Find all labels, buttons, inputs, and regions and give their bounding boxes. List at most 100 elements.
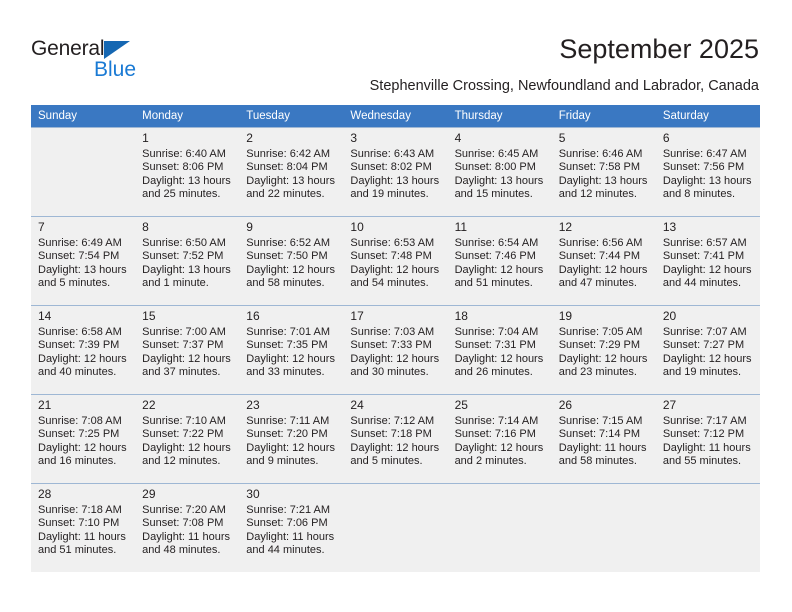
calendar-cell: 22 Sunrise: 7:10 AM Sunset: 7:22 PM Dayligh…: [135, 394, 240, 483]
day-cell[interactable]: 4 Sunrise: 6:45 AM Sunset: 8:00 PM Daylight…: [447, 127, 552, 216]
day-cell[interactable]: 11 Sunrise: 6:54 AM Sunset: 7:46 PM Dayligh…: [447, 216, 552, 305]
daylight-duration-line2: and 16 minutes.: [38, 455, 117, 468]
daylight-duration-line2: and 44 minutes.: [246, 544, 325, 557]
day-number: 23: [246, 398, 260, 412]
day-sun-info: Sunrise: 7:04 AM Sunset: 7:31 PM Daylight:…: [448, 324, 552, 380]
daylight-duration-line2: and 26 minutes.: [454, 366, 533, 379]
calendar-week-row: 21 Sunrise: 7:08 AM Sunset: 7:25 PM Dayligh…: [31, 394, 760, 483]
day-sun-info: Sunrise: 7:08 AM Sunset: 7:25 PM Daylight:…: [31, 413, 135, 469]
calendar-cell: 10 Sunrise: 6:53 AM Sunset: 7:48 PM Dayligh…: [343, 216, 448, 305]
day-number: 5: [558, 131, 566, 145]
daylight-duration-line1: Daylight: 11 hours: [558, 441, 647, 454]
sunset-time: Sunset: 7:10 PM: [38, 517, 120, 530]
day-cell[interactable]: 24 Sunrise: 7:12 AM Sunset: 7:18 PM Dayligh…: [343, 394, 448, 483]
calendar-cell: 26 Sunrise: 7:15 AM Sunset: 7:14 PM Dayligh…: [551, 394, 656, 483]
day-sun-info: Sunrise: 6:54 AM Sunset: 7:46 PM Daylight:…: [448, 235, 552, 291]
day-number: 1: [142, 131, 149, 145]
calendar-week-row: 7 Sunrise: 6:49 AM Sunset: 7:54 PM Daylight…: [31, 216, 760, 305]
sunset-time: Sunset: 7:18 PM: [350, 428, 432, 441]
day-sun-info: Sunrise: 6:58 AM Sunset: 7:39 PM Daylight:…: [31, 324, 135, 380]
day-number: 25: [454, 398, 468, 412]
daylight-duration-line1: Daylight: 13 hours: [662, 174, 752, 187]
sunset-time: Sunset: 7:41 PM: [662, 250, 745, 263]
sunset-time: Sunset: 7:44 PM: [558, 250, 641, 263]
logo-triangle-icon: [104, 41, 130, 59]
empty-cell: [551, 483, 656, 572]
day-number: 4: [454, 131, 462, 145]
sunset-time: Sunset: 7:39 PM: [38, 339, 120, 352]
day-cell[interactable]: 21 Sunrise: 7:08 AM Sunset: 7:25 PM Dayligh…: [31, 394, 136, 483]
day-cell[interactable]: 10 Sunrise: 6:53 AM Sunset: 7:48 PM Dayligh…: [343, 216, 448, 305]
day-cell[interactable]: 2 Sunrise: 6:42 AM Sunset: 8:04 PM Daylight…: [239, 127, 344, 216]
daylight-duration-line1: Daylight: 12 hours: [246, 352, 335, 365]
general-blue-logo[interactable]: General Blue: [31, 37, 151, 83]
day-cell[interactable]: 20 Sunrise: 7:07 AM Sunset: 7:27 PM Dayligh…: [655, 305, 760, 394]
calendar-cell: [655, 483, 760, 572]
day-cell[interactable]: 1 Sunrise: 6:40 AM Sunset: 8:06 PM Daylight…: [135, 127, 240, 216]
day-cell[interactable]: 12 Sunrise: 6:56 AM Sunset: 7:44 PM Dayligh…: [551, 216, 656, 305]
day-cell[interactable]: 29 Sunrise: 7:20 AM Sunset: 7:08 PM Dayligh…: [135, 483, 240, 572]
sunset-time: Sunset: 7:22 PM: [142, 428, 224, 441]
daylight-duration-line2: and 55 minutes.: [662, 455, 742, 468]
day-sun-info: Sunrise: 7:03 AM Sunset: 7:33 PM Daylight:…: [343, 324, 447, 380]
day-cell[interactable]: 26 Sunrise: 7:15 AM Sunset: 7:14 PM Dayligh…: [551, 394, 656, 483]
sunrise-time: Sunrise: 7:10 AM: [142, 415, 226, 427]
day-sun-info: Sunrise: 6:56 AM Sunset: 7:44 PM Daylight:…: [552, 235, 656, 291]
day-number: 20: [662, 309, 677, 323]
weekday-header-sunday: Sunday: [31, 105, 136, 127]
day-number: [31, 128, 135, 146]
day-cell[interactable]: 25 Sunrise: 7:14 AM Sunset: 7:16 PM Dayligh…: [447, 394, 552, 483]
sunrise-time: Sunrise: 7:08 AM: [38, 415, 122, 427]
daylight-duration-line2: and 51 minutes.: [454, 277, 533, 290]
day-sun-info: Sunrise: 7:11 AM Sunset: 7:20 PM Daylight:…: [239, 413, 343, 469]
calendar-cell: [551, 483, 656, 572]
sunset-time: Sunset: 7:52 PM: [142, 250, 224, 263]
daylight-duration-line1: Daylight: 12 hours: [142, 441, 231, 454]
day-cell[interactable]: 14 Sunrise: 6:58 AM Sunset: 7:39 PM Dayligh…: [31, 305, 136, 394]
page-header: General Blue September 2025 Stephenville…: [0, 0, 792, 100]
day-sun-info: Sunrise: 7:00 AM Sunset: 7:37 PM Daylight:…: [135, 324, 239, 380]
day-cell[interactable]: 30 Sunrise: 7:21 AM Sunset: 7:06 PM Dayligh…: [239, 483, 344, 572]
day-cell[interactable]: 7 Sunrise: 6:49 AM Sunset: 7:54 PM Daylight…: [31, 216, 136, 305]
sunrise-time: Sunrise: 7:01 AM: [246, 326, 331, 338]
day-cell[interactable]: 8 Sunrise: 6:50 AM Sunset: 7:52 PM Daylight…: [135, 216, 240, 305]
day-cell[interactable]: 17 Sunrise: 7:03 AM Sunset: 7:33 PM Dayligh…: [343, 305, 448, 394]
day-cell[interactable]: 13 Sunrise: 6:57 AM Sunset: 7:41 PM Dayligh…: [655, 216, 760, 305]
day-sun-info: Sunrise: 6:57 AM Sunset: 7:41 PM Daylight:…: [656, 235, 760, 291]
day-cell[interactable]: 16 Sunrise: 7:01 AM Sunset: 7:35 PM Dayligh…: [239, 305, 344, 394]
day-cell[interactable]: 9 Sunrise: 6:52 AM Sunset: 7:50 PM Daylight…: [239, 216, 344, 305]
sunset-time: Sunset: 8:02 PM: [350, 161, 432, 174]
sunrise-time: Sunrise: 7:15 AM: [558, 415, 643, 427]
calendar-grid: Sunday Monday Tuesday Wednesday Thursday…: [31, 105, 760, 572]
day-cell[interactable]: 28 Sunrise: 7:18 AM Sunset: 7:10 PM Dayligh…: [31, 483, 136, 572]
calendar-cell: 13 Sunrise: 6:57 AM Sunset: 7:41 PM Dayligh…: [655, 216, 760, 305]
day-cell[interactable]: 19 Sunrise: 7:05 AM Sunset: 7:29 PM Dayligh…: [551, 305, 656, 394]
day-cell[interactable]: 3 Sunrise: 6:43 AM Sunset: 8:02 PM Daylight…: [343, 127, 448, 216]
daylight-duration-line1: Daylight: 12 hours: [38, 441, 127, 454]
calendar-cell: 27 Sunrise: 7:17 AM Sunset: 7:12 PM Dayligh…: [655, 394, 760, 483]
day-sun-info: Sunrise: 7:12 AM Sunset: 7:18 PM Daylight:…: [343, 413, 447, 469]
day-cell[interactable]: 5 Sunrise: 6:46 AM Sunset: 7:58 PM Daylight…: [551, 127, 656, 216]
day-number: 7: [38, 220, 45, 234]
calendar-page: General Blue September 2025 Stephenville…: [0, 0, 792, 612]
sunrise-time: Sunrise: 7:11 AM: [246, 415, 330, 427]
day-sun-info: Sunrise: 7:20 AM Sunset: 7:08 PM Daylight:…: [135, 502, 239, 558]
sunset-time: Sunset: 7:29 PM: [558, 339, 641, 352]
day-cell[interactable]: 18 Sunrise: 7:04 AM Sunset: 7:31 PM Dayligh…: [447, 305, 552, 394]
weekday-header-thursday: Thursday: [447, 105, 552, 127]
day-sun-info: Sunrise: 7:21 AM Sunset: 7:06 PM Daylight:…: [239, 502, 343, 558]
calendar-cell: 5 Sunrise: 6:46 AM Sunset: 7:58 PM Daylight…: [551, 127, 656, 216]
daylight-duration-line2: and 58 minutes.: [558, 455, 637, 468]
sunrise-time: Sunrise: 7:17 AM: [662, 415, 747, 427]
day-number: 18: [454, 309, 468, 323]
sunset-time: Sunset: 7:33 PM: [350, 339, 432, 352]
day-cell[interactable]: 22 Sunrise: 7:10 AM Sunset: 7:22 PM Dayligh…: [135, 394, 240, 483]
day-cell[interactable]: 6 Sunrise: 6:47 AM Sunset: 7:56 PM Daylight…: [655, 127, 760, 216]
day-cell[interactable]: 23 Sunrise: 7:11 AM Sunset: 7:20 PM Dayligh…: [239, 394, 344, 483]
daylight-duration-line2: and 25 minutes.: [142, 188, 221, 201]
empty-cell: [447, 483, 552, 572]
daylight-duration-line2: and 30 minutes.: [350, 366, 429, 379]
day-cell[interactable]: 15 Sunrise: 7:00 AM Sunset: 7:37 PM Dayligh…: [135, 305, 240, 394]
day-cell[interactable]: 27 Sunrise: 7:17 AM Sunset: 7:12 PM Dayligh…: [655, 394, 760, 483]
calendar-cell: 15 Sunrise: 7:00 AM Sunset: 7:37 PM Dayligh…: [135, 305, 240, 394]
